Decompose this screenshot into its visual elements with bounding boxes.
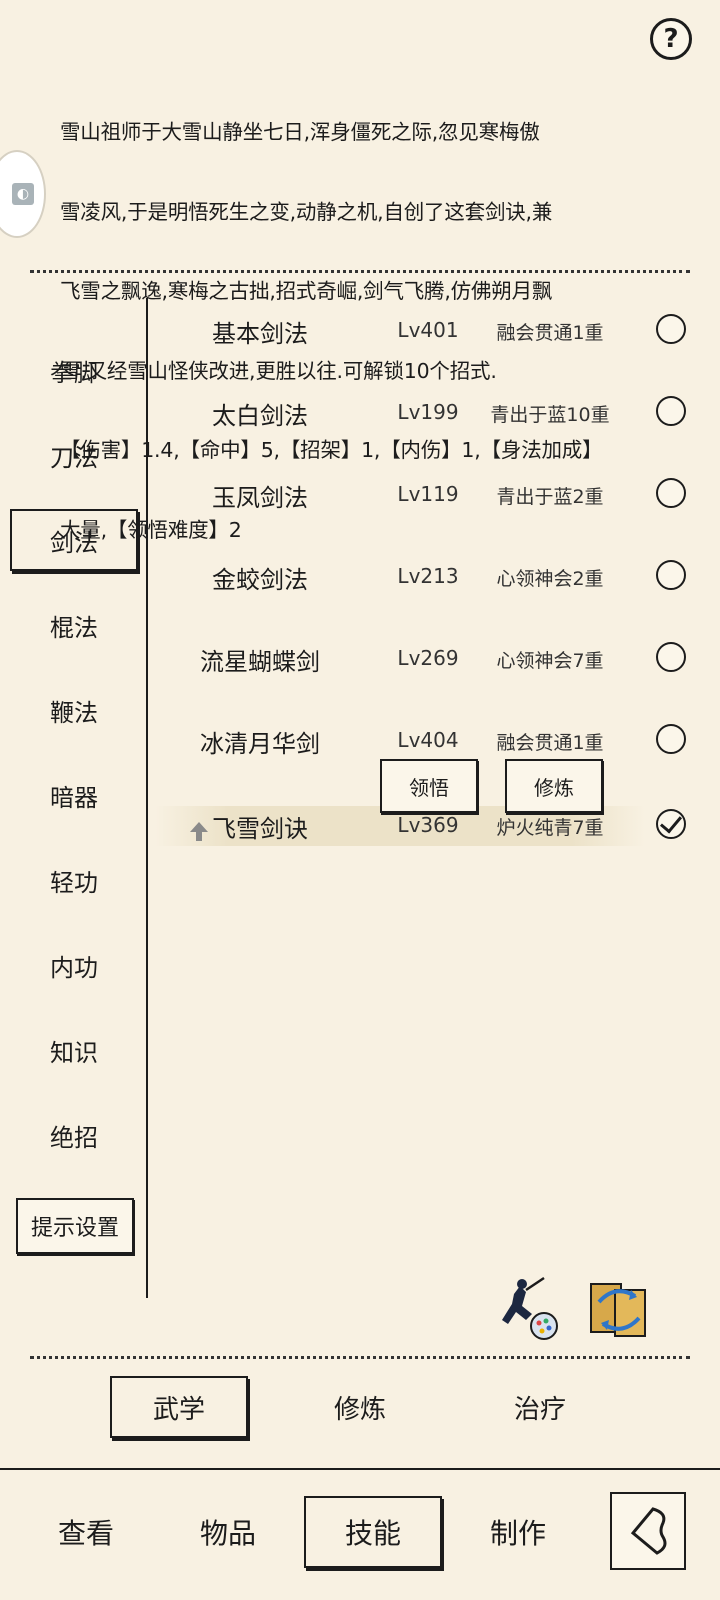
skill-row[interactable]: 金蛟剑法 Lv213 心领神会2重 [160, 546, 700, 606]
skill-level: Lv199 [397, 400, 459, 424]
nav-skills[interactable]: 技能 [304, 1496, 442, 1568]
skill-row[interactable]: 流星蝴蝶剑 Lv269 心领神会7重 [160, 628, 700, 688]
skill-name: 玉凤剑法 [212, 484, 308, 512]
skill-select-radio[interactable] [656, 560, 686, 590]
skill-select-radio[interactable] [656, 642, 686, 672]
skill-stage: 融会贯通1重 [496, 732, 604, 754]
skill-level: Lv369 [397, 813, 459, 837]
category-lightness[interactable]: 轻功 [10, 849, 138, 911]
skill-name: 金蛟剑法 [212, 566, 308, 594]
divider [30, 270, 690, 273]
skill-row[interactable]: 玉凤剑法 Lv119 青出于蓝2重 [160, 464, 700, 524]
category-ultimate[interactable]: 绝招 [10, 1104, 138, 1166]
skill-stage: 青出于蓝10重 [490, 404, 610, 426]
nav-crafting[interactable]: 制作 [462, 1496, 574, 1568]
skill-level: Lv119 [397, 482, 459, 506]
category-whip[interactable]: 鞭法 [10, 679, 138, 741]
description-line: 雪,又经雪山怪侠改进,更胜以往.可解锁10个招式. [60, 358, 497, 383]
help-icon: ? [663, 24, 679, 54]
train-button[interactable]: 修炼 [505, 759, 603, 813]
skill-name: 冰清月华剑 [200, 730, 320, 758]
help-button[interactable]: ? [650, 18, 692, 60]
martial-artist-icon[interactable] [492, 1274, 562, 1344]
skill-select-radio[interactable] [656, 724, 686, 754]
skill-row[interactable]: 基本剑法 Lv401 融会贯通1重 [160, 300, 700, 360]
skill-level: Lv269 [397, 646, 459, 670]
nav-view[interactable]: 查看 [30, 1496, 142, 1568]
sidebar-divider [146, 298, 148, 1298]
category-hidden-weapon[interactable]: 暗器 [10, 764, 138, 826]
skill-level: Lv213 [397, 564, 459, 588]
description-line: 雪山祖师于大雪山静坐七日,浑身僵死之际,忽见寒梅傲 [60, 120, 540, 144]
tab-healing[interactable]: 治疗 [480, 1376, 600, 1438]
tip-settings-button[interactable]: 提示设置 [16, 1198, 134, 1254]
skill-select-radio[interactable] [656, 396, 686, 426]
category-fist[interactable]: 拳脚 [10, 339, 138, 401]
comprehend-button[interactable]: 领悟 [380, 759, 478, 813]
tab-cultivation[interactable]: 修炼 [300, 1376, 420, 1438]
bottom-divider [0, 1468, 720, 1470]
upgrade-arrow-stem [196, 831, 202, 841]
skill-name: 太白剑法 [212, 402, 308, 430]
skill-stage: 心领神会2重 [496, 568, 604, 590]
skill-level: Lv401 [397, 318, 459, 342]
swap-icon[interactable] [585, 1276, 653, 1344]
skill-select-radio-checked[interactable] [656, 809, 686, 839]
tab-martial-arts[interactable]: 武学 [110, 1376, 248, 1438]
category-blade[interactable]: 刀法 [10, 424, 138, 486]
category-knowledge[interactable]: 知识 [10, 1019, 138, 1081]
skill-level: Lv404 [397, 728, 459, 752]
back-icon [630, 1507, 667, 1555]
divider [30, 1356, 690, 1359]
skill-select-radio[interactable] [656, 314, 686, 344]
skill-stage: 融会贯通1重 [496, 322, 604, 344]
category-inner-power[interactable]: 内功 [10, 934, 138, 996]
category-staff[interactable]: 棍法 [10, 594, 138, 656]
float-menu-icon: ◐ [12, 183, 34, 205]
skill-stage: 青出于蓝2重 [496, 486, 604, 508]
skill-select-radio[interactable] [656, 478, 686, 508]
side-float-button[interactable]: ◐ [0, 150, 46, 238]
nav-items[interactable]: 物品 [172, 1496, 284, 1568]
category-sword[interactable]: 剑法 [10, 509, 138, 571]
skill-name: 基本剑法 [212, 320, 308, 348]
skill-stage: 心领神会7重 [496, 650, 604, 672]
skill-row[interactable]: 太白剑法 Lv199 青出于蓝10重 [160, 382, 700, 442]
skill-stage: 炉火纯青7重 [496, 817, 604, 839]
description-line: 雪凌风,于是明悟死生之变,动静之机,自创了这套剑诀,兼 [60, 199, 553, 224]
skill-name: 流星蝴蝶剑 [200, 648, 320, 676]
back-button[interactable] [610, 1492, 686, 1570]
